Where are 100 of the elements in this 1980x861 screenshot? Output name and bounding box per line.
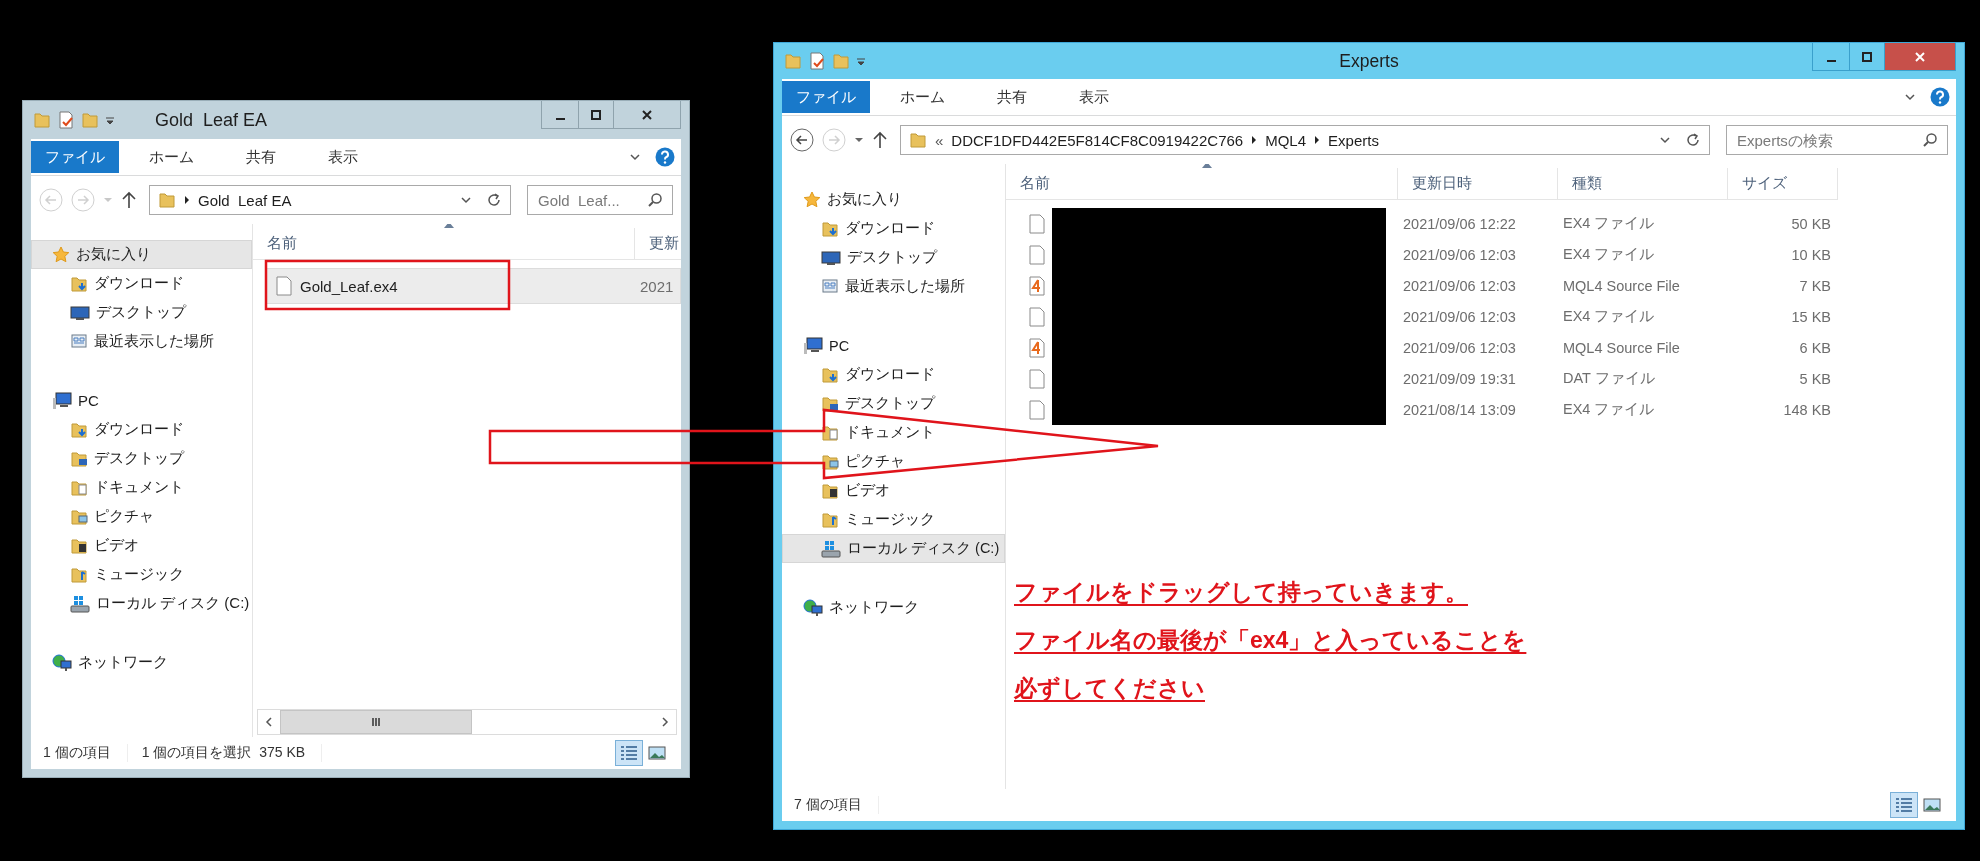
up-button[interactable] (121, 191, 137, 209)
ribbon-tab[interactable]: ファイル (31, 141, 119, 173)
properties-icon[interactable] (57, 111, 75, 129)
sort-caret-icon (443, 224, 454, 228)
nav-item[interactable]: PC (31, 386, 252, 415)
ribbon-tab[interactable]: ホーム (127, 141, 216, 173)
nav-item[interactable]: デスクトップ (782, 389, 1005, 418)
ribbon-tab[interactable]: 表示 (1057, 81, 1131, 113)
history-dropdown-icon (1659, 134, 1671, 146)
column-header[interactable]: 更新日時 (1398, 168, 1558, 200)
file-row[interactable]: Gold_Leaf.ex4 2021 (265, 268, 681, 304)
address-overflow[interactable]: « (935, 131, 944, 149)
nav-item[interactable]: ダウンロード (31, 269, 252, 298)
nav-item[interactable]: ローカル ディスク (C:) (31, 589, 252, 618)
nav-label: ピクチャ (94, 507, 154, 526)
column-header[interactable]: 名前 (253, 228, 635, 260)
breadcrumb-arrow-icon[interactable] (1251, 135, 1258, 145)
nav-item[interactable]: ミュージック (31, 560, 252, 589)
table-cell-text: EX4 ファイル (1562, 307, 1656, 326)
help-icon[interactable] (1930, 87, 1950, 107)
up-button[interactable] (872, 131, 888, 149)
nav-label: ダウンロード (845, 219, 935, 238)
refresh-icon[interactable] (1685, 132, 1701, 148)
nav-item[interactable]: ビデオ (31, 531, 252, 560)
dropdown-icon[interactable] (856, 56, 866, 66)
music-folder-icon (821, 510, 839, 529)
nav-item[interactable]: PC (782, 331, 1005, 360)
ribbon-tab[interactable]: ホーム (878, 81, 967, 113)
file-row[interactable]: 2021/09/09 19:31 DAT ファイル 5 KB (1018, 363, 1956, 394)
breadcrumb[interactable]: MQL4 (1265, 131, 1307, 149)
file-row[interactable]: 2021/08/14 13:09 EX4 ファイル 148 KB (1018, 394, 1956, 425)
nav-label: ドキュメント (845, 423, 935, 442)
address-bar[interactable]: Gold Leaf EA (149, 185, 511, 215)
nav-label: ネットワーク (78, 653, 168, 672)
help-icon[interactable] (655, 147, 675, 167)
nav-item[interactable]: ダウンロード (31, 415, 252, 444)
nav-item[interactable]: ドキュメント (31, 473, 252, 502)
search-field[interactable]: Expertsの検索 (1726, 125, 1948, 155)
address-bar[interactable]: « DDCF1DFD442E5F814CF8C0919422C766 MQL4 Experts (900, 125, 1710, 155)
ribbon-tab[interactable]: 共有 (975, 81, 1049, 113)
up-arrow-icon (121, 191, 137, 209)
file-name: Gold_Leaf.ex4 (300, 277, 398, 295)
close-button[interactable] (613, 101, 681, 129)
nav-item[interactable]: ダウンロード (782, 360, 1005, 389)
nav-label: お気に入り (827, 190, 902, 209)
close-icon (1915, 51, 1925, 62)
file-row[interactable]: 2021/09/06 12:03 EX4 ファイル 15 KB (1018, 301, 1956, 332)
recent-locations-caret-icon[interactable] (854, 137, 864, 143)
table-cell-text: DAT ファイル (1562, 369, 1656, 388)
documents-folder-icon (70, 478, 88, 497)
nav-item[interactable]: 最近表示した場所 (31, 327, 252, 356)
search-field[interactable]: Gold Leaf... (527, 185, 673, 215)
nav-item[interactable]: デスクトップ (31, 298, 252, 327)
dropdown-icon[interactable] (105, 115, 115, 125)
breadcrumb[interactable]: Experts (1328, 131, 1379, 149)
scrollbar-thumb[interactable] (280, 710, 472, 734)
ribbon-tab[interactable]: 表示 (306, 141, 380, 173)
sort-caret-icon (1201, 164, 1212, 168)
column-header[interactable]: 名前 (1006, 168, 1398, 200)
column-header[interactable]: サイズ (1728, 168, 1838, 200)
ribbon-tab[interactable]: ファイル (782, 81, 870, 113)
nav-item[interactable]: デスクトップ (31, 444, 252, 473)
column-header[interactable]: 種類 (1558, 168, 1728, 200)
nav-item[interactable]: ピクチャ (782, 447, 1005, 476)
nav-item[interactable]: ミュージック (782, 505, 1005, 534)
nav-item[interactable]: ローカル ディスク (C:) (782, 534, 1005, 563)
refresh-icon[interactable] (486, 192, 502, 208)
column-header[interactable]: 更新 (635, 228, 681, 260)
table-cell-text: 2021 (639, 277, 675, 295)
nav-item[interactable]: ネットワーク (31, 648, 252, 677)
source-file-icon (1029, 275, 1045, 296)
nav-item[interactable]: 最近表示した場所 (782, 272, 1005, 301)
nav-item[interactable]: デスクトップ (782, 243, 1005, 272)
nav-item[interactable]: ピクチャ (31, 502, 252, 531)
drive-icon (821, 539, 841, 558)
ribbon-tab[interactable]: 共有 (224, 141, 298, 173)
download-folder-icon (821, 219, 839, 238)
recent-places-icon (70, 332, 88, 351)
breadcrumb[interactable]: Gold Leaf EA (198, 191, 292, 209)
properties-icon[interactable] (808, 52, 826, 70)
breadcrumb[interactable]: DDCF1DFD442E5F814CF8C0919422C766 (951, 131, 1244, 149)
back-button[interactable] (790, 128, 814, 152)
nav-item[interactable]: ネットワーク (782, 593, 1005, 622)
star-icon (52, 245, 70, 264)
nav-item[interactable]: ダウンロード (782, 214, 1005, 243)
nav-item[interactable]: お気に入り (31, 240, 252, 269)
file-row[interactable]: 2021/09/06 12:22 EX4 ファイル 50 KB (1018, 208, 1956, 239)
details-view-button[interactable] (1890, 792, 1918, 818)
nav-item[interactable]: ドキュメント (782, 418, 1005, 447)
details-view-button[interactable] (615, 740, 643, 766)
breadcrumb-arrow-icon[interactable] (184, 195, 190, 205)
nav-item[interactable]: ビデオ (782, 476, 1005, 505)
horizontal-scrollbar[interactable] (257, 709, 677, 735)
search-icon[interactable] (1922, 132, 1938, 148)
file-row[interactable]: 2021/09/06 12:03 MQL4 Source File 7 KB (1018, 270, 1956, 301)
breadcrumb-arrow-icon[interactable] (1314, 135, 1321, 145)
file-row[interactable]: 2021/09/06 12:03 EX4 ファイル 10 KB (1018, 239, 1956, 270)
search-icon[interactable] (647, 192, 663, 208)
file-row[interactable]: 2021/09/06 12:03 MQL4 Source File 6 KB (1018, 332, 1956, 363)
nav-item[interactable]: お気に入り (782, 185, 1005, 214)
